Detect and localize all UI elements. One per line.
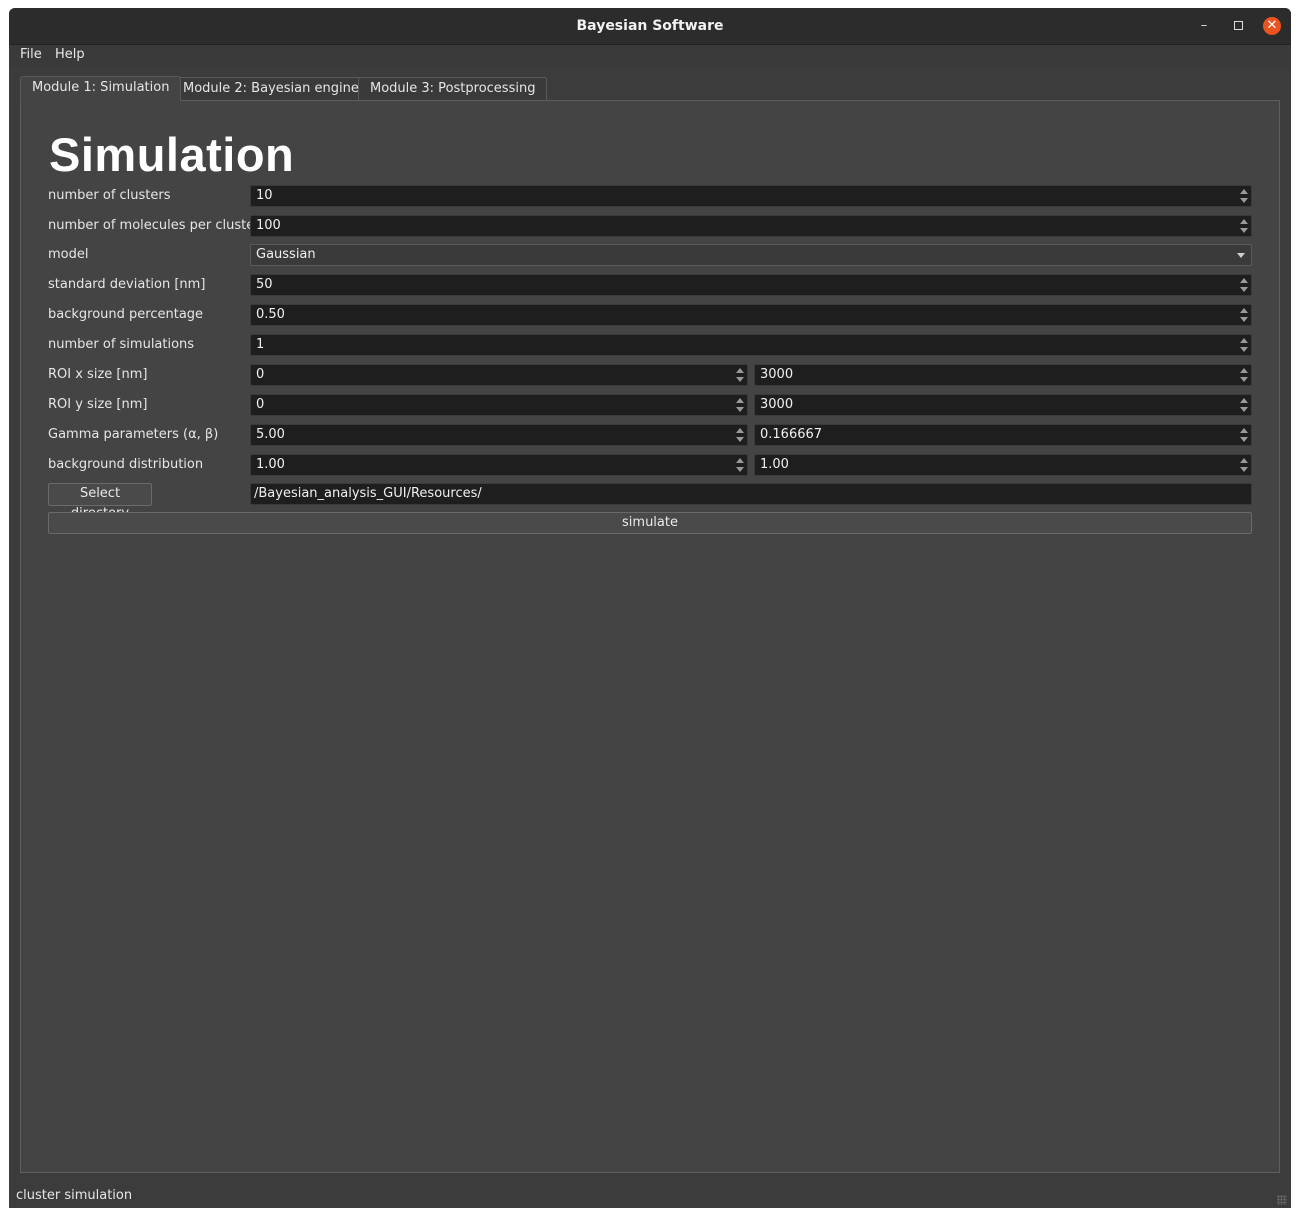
- chevron-down-icon: [1237, 253, 1245, 258]
- roi-x-label: ROI x size [nm]: [48, 367, 148, 382]
- spin-arrows-icon[interactable]: [734, 366, 746, 384]
- select-directory-button[interactable]: Select directory: [48, 483, 152, 521]
- bg-dist-a-spinbox[interactable]: 1.00: [250, 454, 748, 476]
- model-value: Gaussian: [256, 247, 316, 262]
- spin-arrows-icon[interactable]: [1238, 396, 1250, 414]
- model-label: model: [48, 247, 89, 262]
- spin-arrows-icon[interactable]: [1238, 366, 1250, 384]
- clusters-label: number of clusters: [48, 188, 171, 203]
- roi-y-max-spinbox[interactable]: 3000: [754, 394, 1252, 416]
- molecules-label: number of molecules per cluster: [48, 218, 260, 233]
- spin-arrows-icon[interactable]: [1238, 217, 1250, 235]
- resize-grip-icon[interactable]: [1277, 1195, 1287, 1205]
- spin-arrows-icon[interactable]: [1238, 426, 1250, 444]
- spin-arrows-icon[interactable]: [734, 426, 746, 444]
- n-sims-value: 1: [256, 337, 265, 352]
- molecules-spinbox[interactable]: 100: [250, 215, 1252, 237]
- directory-path-field[interactable]: /Bayesian_analysis_GUI/Resources/: [250, 483, 1252, 505]
- roi-x-max-spinbox[interactable]: 3000: [754, 364, 1252, 386]
- roi-y-max-value: 3000: [760, 397, 794, 412]
- model-dropdown[interactable]: Gaussian: [250, 244, 1252, 266]
- roi-x-max-value: 3000: [760, 367, 794, 382]
- roi-y-label: ROI y size [nm]: [48, 397, 148, 412]
- gamma-alpha-spinbox[interactable]: 5.00: [250, 424, 748, 446]
- bg-dist-b-spinbox[interactable]: 1.00: [754, 454, 1252, 476]
- bg-pct-value: 0.50: [256, 307, 285, 322]
- gamma-label: Gamma parameters (α, β): [48, 427, 219, 442]
- gamma-beta-spinbox[interactable]: 0.166667: [754, 424, 1252, 446]
- roi-y-min-spinbox[interactable]: 0: [250, 394, 748, 416]
- bg-dist-b-value: 1.00: [760, 457, 789, 472]
- spin-arrows-icon[interactable]: [1238, 336, 1250, 354]
- minimize-icon[interactable]: –: [1195, 17, 1213, 35]
- gamma-beta-value: 0.166667: [760, 427, 823, 442]
- status-text: cluster simulation: [16, 1188, 133, 1203]
- spin-arrows-icon[interactable]: [734, 396, 746, 414]
- spin-arrows-icon[interactable]: [1238, 456, 1250, 474]
- spin-arrows-icon[interactable]: [1238, 276, 1250, 294]
- close-icon[interactable]: ✕: [1263, 17, 1281, 35]
- maximize-icon[interactable]: [1229, 17, 1247, 35]
- bg-pct-label: background percentage: [48, 307, 204, 322]
- window-title: Bayesian Software: [576, 18, 724, 34]
- roi-x-min-spinbox[interactable]: 0: [250, 364, 748, 386]
- clusters-value: 10: [256, 188, 273, 203]
- spin-arrows-icon[interactable]: [1238, 306, 1250, 324]
- bg-dist-a-value: 1.00: [256, 457, 285, 472]
- std-value: 50: [256, 277, 273, 292]
- roi-x-min-value: 0: [256, 367, 265, 382]
- simulation-panel: Simulation number of clusters 10 number …: [20, 100, 1280, 1173]
- n-sims-label: number of simulations: [48, 337, 195, 352]
- std-label: standard deviation [nm]: [48, 277, 206, 292]
- roi-y-min-value: 0: [256, 397, 265, 412]
- clusters-spinbox[interactable]: 10: [250, 185, 1252, 207]
- molecules-value: 100: [256, 218, 281, 233]
- tab-simulation[interactable]: Module 1: Simulation: [20, 76, 182, 101]
- tab-postprocessing[interactable]: Module 3: Postprocessing: [358, 77, 548, 101]
- std-spinbox[interactable]: 50: [250, 274, 1252, 296]
- bg-pct-spinbox[interactable]: 0.50: [250, 304, 1252, 326]
- page-title: Simulation: [49, 128, 295, 181]
- spin-arrows-icon[interactable]: [734, 456, 746, 474]
- gamma-alpha-value: 5.00: [256, 427, 285, 442]
- n-sims-spinbox[interactable]: 1: [250, 334, 1252, 356]
- app-window: Bayesian Software – ✕ File Help Module 1…: [9, 8, 1291, 1208]
- spin-arrows-icon[interactable]: [1238, 187, 1250, 205]
- bg-dist-label: background distribution: [48, 457, 204, 472]
- simulate-button[interactable]: simulate: [48, 512, 1252, 534]
- title-bar: Bayesian Software – ✕: [9, 8, 1291, 45]
- menu-bar: File Help: [9, 45, 1291, 67]
- menu-help[interactable]: Help: [55, 47, 85, 62]
- tab-bayesian-engine[interactable]: Module 2: Bayesian engine: [171, 77, 371, 101]
- status-bar: cluster simulation: [9, 1184, 1291, 1208]
- menu-file[interactable]: File: [20, 47, 42, 62]
